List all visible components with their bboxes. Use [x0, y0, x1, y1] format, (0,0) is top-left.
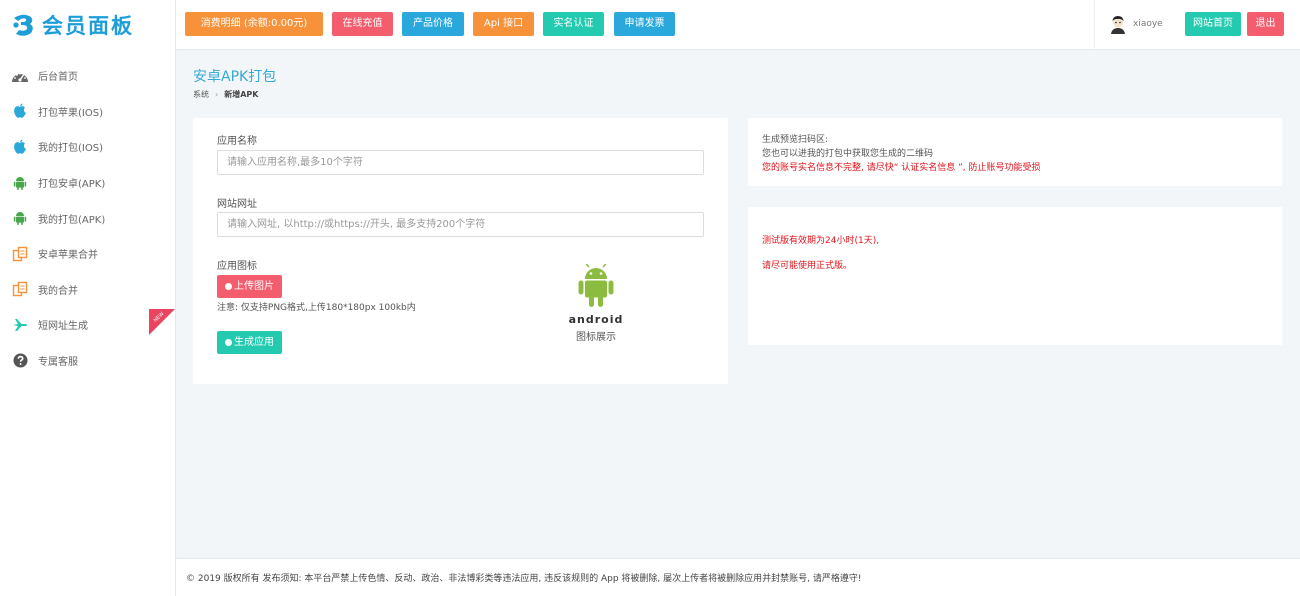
upload-icon	[225, 283, 232, 290]
sidebar-item-label: 我的打包(APK)	[38, 214, 106, 226]
footer: © 2019 版权所有 发布须知: 本平台严禁上传色情、反动、政治、非法博彩类等…	[176, 558, 1300, 596]
recharge-button[interactable]: 在线充值	[332, 12, 393, 36]
identity-warning[interactable]: 您的账号实名信息不完整, 请尽快“ 认证实名信息 ”, 防止账号功能受损	[762, 160, 1041, 173]
upload-button-label: 上传图片	[234, 281, 274, 292]
api-button[interactable]: Api 接口	[473, 12, 534, 36]
generate-button-label: 生成应用	[234, 337, 274, 348]
sidebar-item-label: 安卓苹果合并	[38, 250, 98, 262]
sidebar-item-label: 后台首页	[38, 72, 78, 84]
site-url-input[interactable]	[217, 212, 704, 237]
topbar: 消费明细 (余额:0.00元) 在线充值 产品价格 Api 接口 实名认证 申请…	[176, 0, 1300, 50]
pricing-button[interactable]: 产品价格	[402, 12, 464, 36]
new-badge: NEW	[149, 309, 175, 336]
user-area: xiaoye 网站首页 退出	[1094, 0, 1300, 50]
sidebar-item-label: 我的合并	[38, 285, 78, 297]
sidebar-item-short-url[interactable]: 短网址生成 NEW	[0, 307, 175, 343]
icon-preview-caption: 图标展示	[576, 332, 616, 343]
invoice-button[interactable]: 申请发票	[614, 12, 675, 36]
sidebar-item-support[interactable]: 专属客服	[0, 343, 175, 379]
sidebar-item-my-ios[interactable]: 我的打包(IOS)	[0, 129, 175, 165]
question-icon	[11, 352, 29, 370]
copy-icon	[11, 245, 29, 263]
sidebar-item-label: 专属客服	[38, 357, 78, 369]
app-icon-label: 应用图标	[217, 261, 257, 272]
generate-app-button[interactable]: 生成应用	[217, 331, 282, 354]
apple-icon	[11, 138, 29, 156]
upload-image-button[interactable]: 上传图片	[217, 275, 282, 298]
logout-button[interactable]: 退出	[1247, 12, 1284, 36]
logo[interactable]: 会员面板	[0, 0, 175, 50]
qr-title: 生成预览扫码区:	[762, 135, 829, 145]
avatar[interactable]	[1109, 15, 1127, 35]
site-home-button[interactable]: 网站首页	[1185, 12, 1241, 36]
sidebar-item-label: 打包安卓(APK)	[38, 179, 106, 191]
trial-notice-line-1: 测试版有效期为24小时(1天),	[762, 236, 880, 246]
trial-notice-panel: 测试版有效期为24小时(1天), 请尽可能使用正式版。	[748, 207, 1282, 345]
sidebar-item-label: 我的打包(IOS)	[38, 143, 103, 155]
upload-note: 注意: 仅支持PNG格式,上传180*180px 100kb内	[217, 303, 416, 313]
sidebar-nav: 后台首页 打包苹果(IOS) 我的打包(IOS) 打包安卓(APK) 我的打包(…	[0, 58, 175, 378]
brand-name: 会员面板	[42, 14, 134, 38]
sidebar-item-my-merge[interactable]: 我的合并	[0, 272, 175, 308]
breadcrumb-item-system[interactable]: 系统	[193, 89, 209, 100]
generate-icon	[225, 339, 232, 346]
android-wordmark: android	[568, 313, 624, 326]
dashboard-icon	[11, 67, 29, 85]
icon-preview: android 图标展示	[561, 263, 631, 343]
breadcrumb: 系统 › 新增APK	[193, 89, 258, 100]
balance-details-button[interactable]: 消费明细 (余额:0.00元)	[185, 12, 323, 36]
sidebar-item-label: 短网址生成	[38, 321, 88, 333]
verify-identity-button[interactable]: 实名认证	[543, 12, 604, 36]
sidebar-item-label: 打包苹果(IOS)	[38, 107, 103, 119]
plane-icon	[11, 316, 29, 334]
sidebar-item-merge[interactable]: 安卓苹果合并	[0, 236, 175, 272]
sidebar-item-pack-apk[interactable]: 打包安卓(APK)	[0, 165, 175, 201]
breadcrumb-item-current: 新增APK	[224, 90, 259, 99]
sidebar: 会员面板 后台首页 打包苹果(IOS) 我的打包(IOS) 打包安卓(APK)	[0, 0, 176, 596]
android-robot-icon	[578, 263, 614, 307]
copy-icon	[11, 280, 29, 298]
username: xiaoye	[1133, 19, 1163, 29]
site-url-label: 网站网址	[217, 199, 257, 210]
qr-preview-panel: 生成预览扫码区: 您也可以进我的打包中获取您生成的二维码 您的账号实名信息不完整…	[748, 118, 1282, 186]
sidebar-item-my-apk[interactable]: 我的打包(APK)	[0, 200, 175, 236]
sidebar-item-dashboard[interactable]: 后台首页	[0, 58, 175, 94]
qr-hint: 您也可以进我的打包中获取您生成的二维码	[762, 149, 934, 159]
apk-form-panel: 应用名称 网站网址 应用图标 上传图片 注意: 仅支持PNG格式,上传180*1…	[193, 118, 728, 384]
app-name-input[interactable]	[217, 150, 704, 175]
apple-icon	[11, 102, 29, 120]
logo-icon	[10, 12, 36, 38]
trial-notice-line-2: 请尽可能使用正式版。	[762, 261, 853, 271]
android-icon	[11, 174, 29, 192]
chevron-right-icon: ›	[215, 90, 219, 99]
footer-notice: © 2019 版权所有 发布须知: 本平台严禁上传色情、反动、政治、非法博彩类等…	[186, 574, 862, 584]
page-title: 安卓APK打包	[193, 69, 277, 85]
sidebar-item-pack-ios[interactable]: 打包苹果(IOS)	[0, 94, 175, 130]
android-icon	[11, 209, 29, 227]
app-name-label: 应用名称	[217, 136, 257, 147]
